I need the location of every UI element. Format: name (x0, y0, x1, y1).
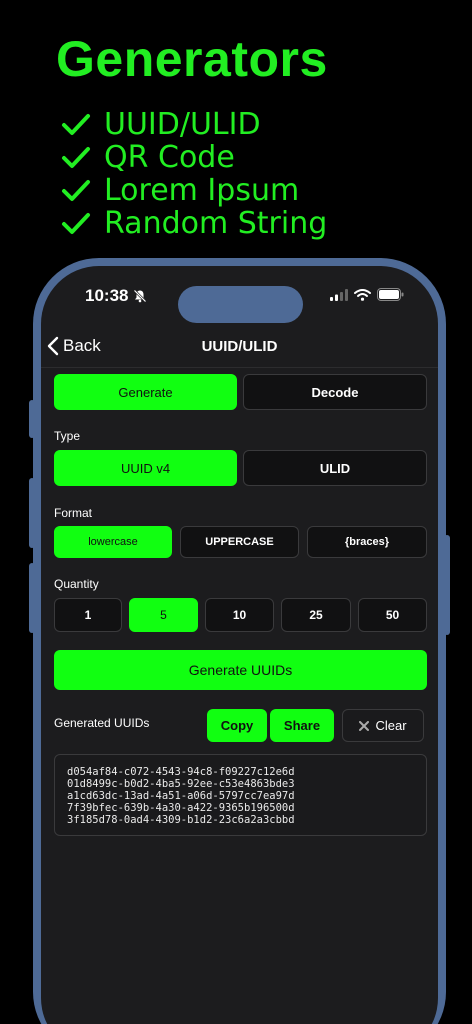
feature-item: UUID/ULID (60, 107, 327, 142)
checkmark-icon (62, 146, 90, 168)
uuid-line: 3f185d78-0ad4-4309-b1d2-23c6a2a3cbbd (67, 814, 295, 826)
status-icons (330, 288, 404, 301)
feature-label: Lorem Ipsum (104, 173, 300, 208)
battery-icon (377, 288, 404, 301)
format-uppercase-button[interactable]: UPPERCASE (180, 526, 299, 558)
phone-frame: 10:38 Back UUID/ULID Generate Decode Typ… (33, 258, 446, 1024)
generate-uuids-button[interactable]: Generate UUIDs (54, 650, 427, 690)
uuid-output-box[interactable]: d054af84-c072-4543-94c8-f09227c12e6d 01d… (54, 754, 427, 836)
uuid-line: d054af84-c072-4543-94c8-f09227c12e6d (67, 766, 295, 778)
copy-button[interactable]: Copy (207, 709, 267, 742)
share-button[interactable]: Share (270, 709, 334, 742)
quantity-option-25[interactable]: 25 (281, 598, 351, 632)
feature-item: Lorem Ipsum (60, 173, 327, 208)
mode-generate-button[interactable]: Generate (54, 374, 237, 410)
checkmark-icon (62, 179, 90, 201)
checkmark-icon (62, 113, 90, 135)
type-ulid-button[interactable]: ULID (243, 450, 427, 486)
feature-item: Random String (60, 206, 328, 241)
status-bar: 10:38 (41, 266, 438, 326)
uuid-line: 7f39bfec-639b-4a30-a422-9365b196500d (67, 802, 295, 814)
close-icon (359, 720, 370, 731)
page-title: UUID/ULID (201, 338, 278, 355)
type-uuid-v4-button[interactable]: UUID v4 (54, 450, 237, 486)
quantity-label: Quantity (54, 577, 99, 591)
uuid-line: 01d8499c-b0d2-4ba5-92ee-c53e4863bde3 (67, 778, 295, 790)
feature-label: UUID/ULID (104, 107, 261, 142)
nav-bar: Back UUID/ULID (41, 328, 438, 368)
format-braces-button[interactable]: {braces} (307, 526, 427, 558)
uuid-line: a1cd63dc-13ad-4a51-a06d-5797cc7ea97d (67, 790, 295, 802)
feature-label: Random String (104, 206, 328, 241)
signal-icon (330, 288, 348, 301)
feature-item: QR Code (60, 140, 327, 175)
results-label: Generated UUIDs (54, 716, 150, 730)
quantity-option-5[interactable]: 5 (129, 598, 198, 632)
promo-title: Generators (56, 31, 328, 87)
feature-label: QR Code (104, 140, 235, 175)
clear-button[interactable]: Clear (342, 709, 424, 742)
format-label: Format (54, 506, 93, 520)
feature-list: UUID/ULID QR Code Lorem Ipsum Random Str… (60, 107, 328, 241)
quantity-option-1[interactable]: 1 (54, 598, 122, 632)
wifi-icon (354, 288, 371, 301)
mode-decode-button[interactable]: Decode (243, 374, 427, 410)
app-screen: 10:38 Back UUID/ULID Generate Decode Typ… (41, 266, 438, 1024)
format-lowercase-button[interactable]: lowercase (54, 526, 172, 558)
clear-label: Clear (375, 718, 407, 733)
dynamic-island (178, 286, 303, 323)
status-time: 10:38 (85, 286, 129, 305)
checkmark-icon (62, 212, 90, 234)
quantity-option-10[interactable]: 10 (205, 598, 274, 632)
type-label: Type (54, 429, 81, 443)
bell-muted-icon (133, 289, 147, 303)
quantity-option-50[interactable]: 50 (358, 598, 427, 632)
